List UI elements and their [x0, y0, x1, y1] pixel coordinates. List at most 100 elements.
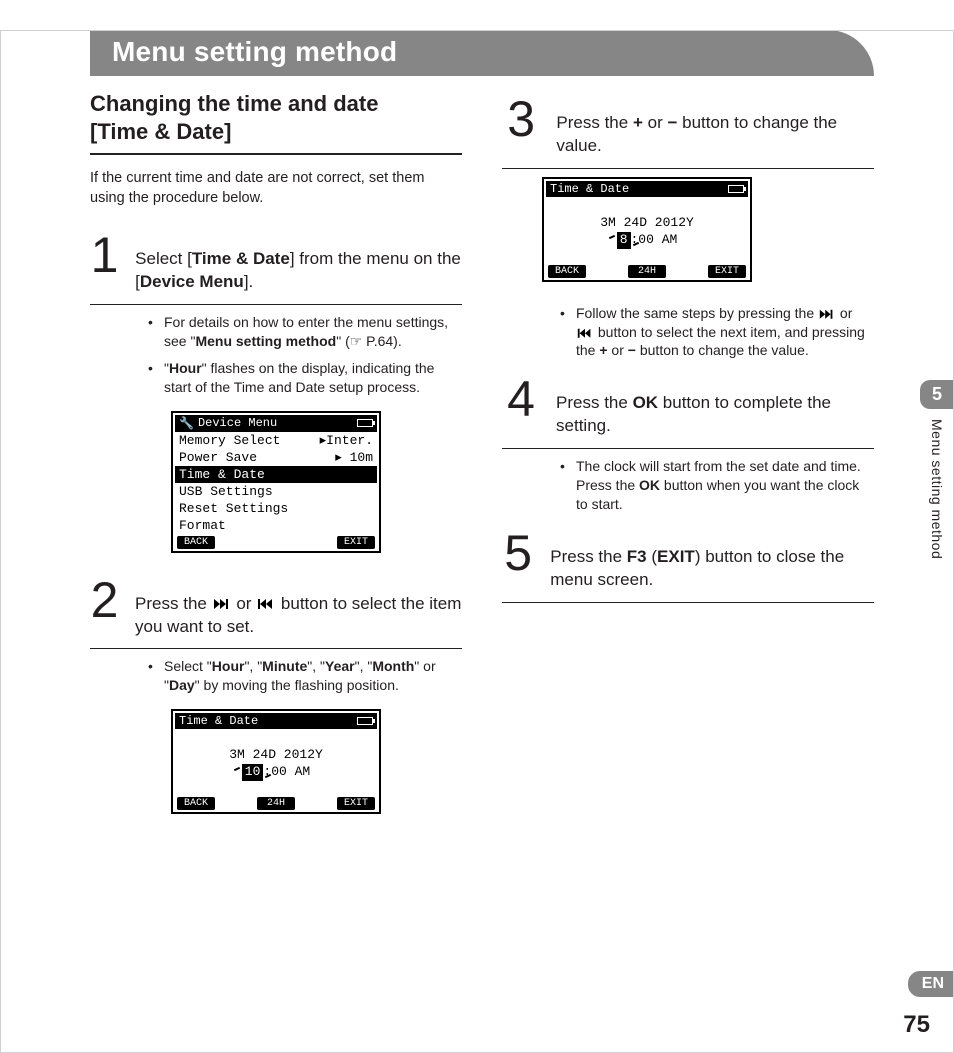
- lcd3-line1: 3M 24D 2012Y: [546, 215, 748, 232]
- step-4-text-a: Press the: [556, 393, 633, 412]
- lcd3-sk-mid: 24H: [628, 265, 666, 278]
- step-1-text-c: ].: [244, 272, 253, 291]
- step-1-text: Select [Time & Date] from the menu on th…: [135, 230, 462, 294]
- step-2-text-a: Press the: [135, 594, 212, 613]
- step-5-bold-2: EXIT: [657, 547, 695, 566]
- lcd1-row: Reset Settings: [175, 500, 377, 517]
- step-4-bullets: The clock will start from the set date a…: [556, 457, 874, 514]
- step-4-number: 4: [502, 374, 540, 424]
- bullet-text: or: [608, 342, 628, 358]
- lcd3-body: 3M 24D 2012Y 8:00 AM: [546, 197, 748, 263]
- chapter-tab: 5 Menu setting method: [920, 380, 954, 559]
- lcd2-line1: 3M 24D 2012Y: [175, 747, 377, 764]
- battery-icon: [357, 419, 373, 427]
- left-column: Changing the time and date [Time & Date]…: [90, 90, 462, 836]
- step-1-bullet-2: "Hour" flashes on the display, indicatin…: [144, 359, 462, 397]
- lcd2-sk-right: EXIT: [337, 797, 375, 810]
- step-5: 5 Press the F3 (EXIT) button to close th…: [502, 528, 874, 603]
- step-3-plus: +: [633, 113, 643, 132]
- section-title: Changing the time and date [Time & Date]: [90, 90, 462, 155]
- chapter-number: 5: [920, 380, 954, 409]
- bullet-text: or: [840, 305, 852, 321]
- lcd-timedate-2-wrap: Time & Date 3M 24D 2012Y 8:00 AM BACK 24…: [542, 177, 874, 282]
- section-title-line1: Changing the time and date: [90, 91, 378, 116]
- lcd1-row: USB Settings: [175, 483, 377, 500]
- step-3-bullets: Follow the same steps by pressing the or…: [556, 304, 874, 361]
- lcd1-titlebar: 🔧 Device Menu: [175, 415, 377, 432]
- lcd1-row: Time & Date: [175, 466, 377, 483]
- bullet-bold: Month: [372, 658, 414, 674]
- step-5-text-a: Press the: [550, 547, 627, 566]
- language-tab: EN: [908, 971, 954, 997]
- step-1-text-a: Select [: [135, 249, 192, 268]
- lcd-timedate-1: Time & Date 3M 24D 2012Y 10:00 AM BACK 2…: [171, 709, 381, 814]
- fast-forward-icon: [818, 308, 836, 320]
- step-5-number: 5: [502, 528, 534, 578]
- step-3-text: Press the + or − button to change the va…: [556, 94, 874, 158]
- lcd3-sk-right: EXIT: [708, 265, 746, 278]
- step-5-text: Press the F3 (EXIT) button to close the …: [550, 528, 874, 592]
- lcd-device-menu-wrap: 🔧 Device Menu Memory Select▸Inter.Power …: [90, 411, 462, 553]
- lcd1-sk-left: BACK: [177, 536, 215, 549]
- step-1: 1 Select [Time & Date] from the menu on …: [90, 230, 462, 305]
- step-3-text-b: or: [643, 113, 668, 132]
- bullet-text: " (☞ P.64).: [336, 333, 402, 349]
- lcd1-row: Power Save▸ 10m: [175, 449, 377, 466]
- rewind-icon: [576, 327, 594, 339]
- lcd1-sk-mid: .: [257, 536, 295, 549]
- lcd3-flash-hour: 8: [617, 232, 631, 249]
- lcd1-title: Device Menu: [194, 416, 357, 430]
- lcd2-flash-hour: 10: [242, 764, 264, 781]
- step-2-text-b: or: [236, 594, 256, 613]
- step-1-bold-2: Device Menu: [140, 272, 244, 291]
- bullet-bold: +: [599, 342, 607, 358]
- lcd2-line2: 10:00 AM: [175, 764, 377, 781]
- step-4-text: Press the OK button to complete the sett…: [556, 374, 874, 438]
- bullet-text: ", ": [355, 658, 373, 674]
- step-1-bold-1: Time & Date: [192, 249, 290, 268]
- step-3-number: 3: [502, 94, 540, 144]
- step-3-text-a: Press the: [556, 113, 633, 132]
- bullet-bold: OK: [639, 477, 660, 493]
- section-intro: If the current time and date are not cor…: [90, 169, 462, 208]
- lcd2-title: Time & Date: [179, 714, 258, 728]
- lcd-device-menu: 🔧 Device Menu Memory Select▸Inter.Power …: [171, 411, 381, 553]
- lcd3-sk-left: BACK: [548, 265, 586, 278]
- bullet-bold: Hour: [169, 360, 202, 376]
- bullet-text: " by moving the flashing position.: [195, 677, 399, 693]
- lcd1-row: Memory Select▸Inter.: [175, 432, 377, 449]
- step-5-text-b: (: [647, 547, 657, 566]
- step-4-bold: OK: [633, 393, 659, 412]
- bullet-text: " flashes on the display, indicating the…: [164, 360, 434, 395]
- lcd2-rest: :00 AM: [263, 764, 310, 779]
- bullet-bold: −: [628, 342, 636, 358]
- content-columns: Changing the time and date [Time & Date]…: [90, 90, 874, 836]
- step-2-bullet-1: Select "Hour", "Minute", "Year", "Month"…: [144, 657, 462, 695]
- lcd3-rest: :00 AM: [631, 232, 678, 247]
- bullet-bold: Minute: [262, 658, 307, 674]
- lcd3-titlebar: Time & Date: [546, 181, 748, 197]
- step-1-bullets: For details on how to enter the menu set…: [144, 313, 462, 397]
- bullet-text: Follow the same steps by pressing the: [576, 305, 818, 321]
- lcd2-sk-mid: 24H: [257, 797, 295, 810]
- rewind-icon: [256, 597, 276, 611]
- step-3-bullet-1: Follow the same steps by pressing the or…: [556, 304, 874, 361]
- step-1-bullet-1: For details on how to enter the menu set…: [144, 313, 462, 351]
- step-3: 3 Press the + or − button to change the …: [502, 94, 874, 169]
- lcd3-softkeys: BACK 24H EXIT: [546, 265, 748, 278]
- step-3-minus: −: [667, 113, 677, 132]
- step-1-number: 1: [90, 230, 119, 280]
- lcd3-line2: 8:00 AM: [546, 232, 748, 249]
- page-header-title: Menu setting method: [112, 36, 397, 67]
- lcd1-rows: Memory Select▸Inter.Power Save▸ 10mTime …: [175, 432, 377, 534]
- fast-forward-icon: [212, 597, 232, 611]
- bullet-bold: Menu setting method: [195, 333, 336, 349]
- step-2-bullets: Select "Hour", "Minute", "Year", "Month"…: [144, 657, 462, 695]
- lcd2-sk-left: BACK: [177, 797, 215, 810]
- lcd2-titlebar: Time & Date: [175, 713, 377, 729]
- bullet-text: Select ": [164, 658, 212, 674]
- lcd1-wrench-icon: 🔧: [179, 416, 194, 431]
- step-2-number: 2: [90, 575, 119, 625]
- step-4: 4 Press the OK button to complete the se…: [502, 374, 874, 449]
- lcd1-row: Format: [175, 517, 377, 534]
